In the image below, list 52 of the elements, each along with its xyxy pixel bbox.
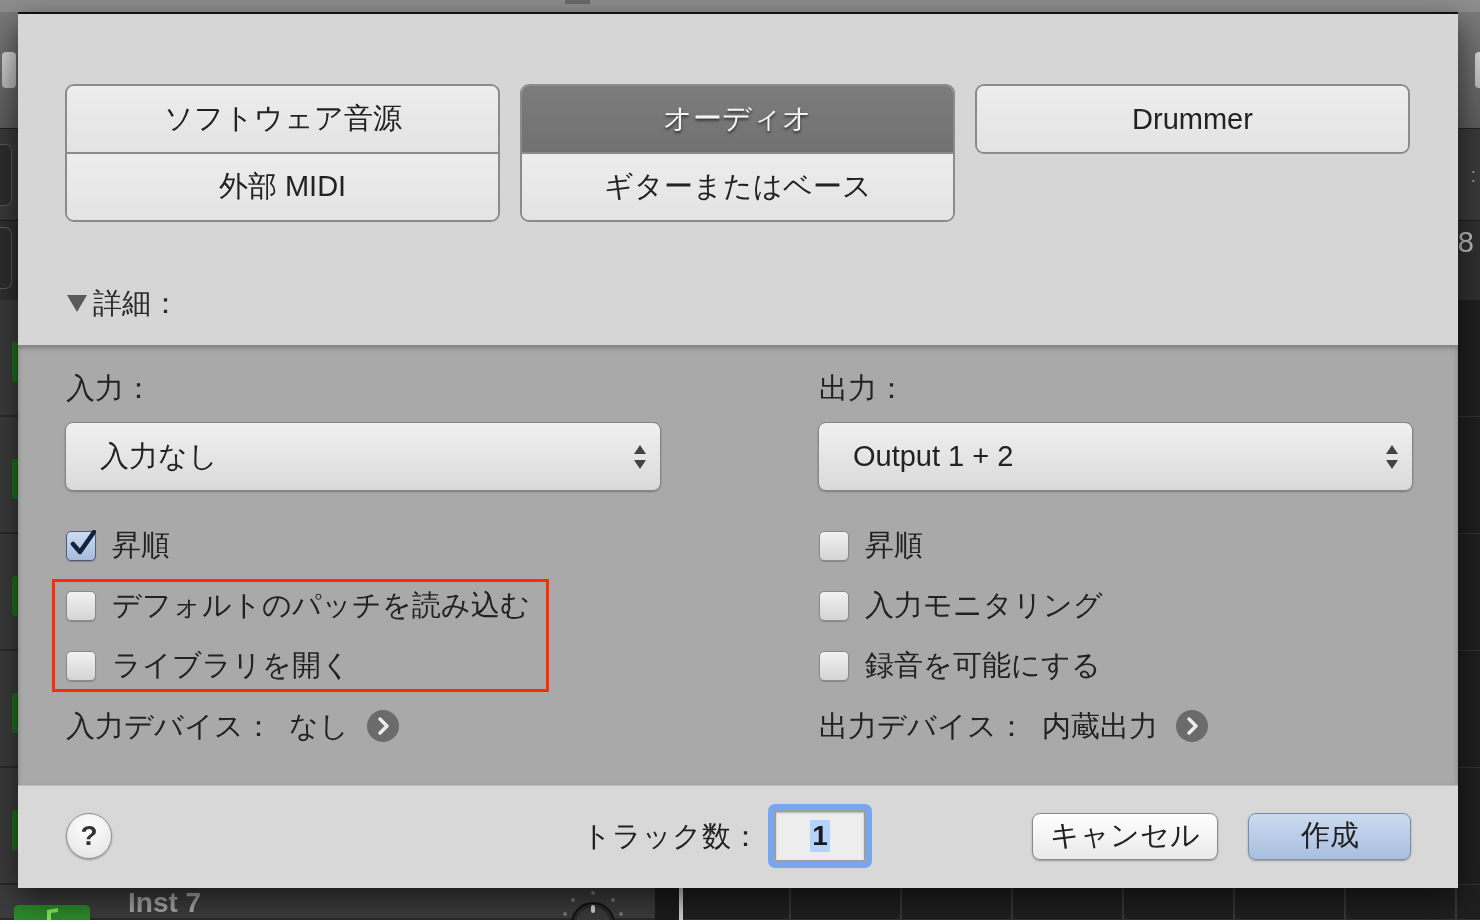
cancel-button[interactable]: キャンセル — [1032, 812, 1218, 860]
lcd-text: : — [1470, 163, 1476, 186]
track-type-button[interactable]: 外部 MIDI — [67, 152, 498, 220]
toolbar-button[interactable] — [2, 52, 16, 88]
chevron-circle-icon[interactable] — [367, 710, 399, 742]
track-type-button[interactable]: ソフトウェア音源 — [67, 86, 498, 152]
field-label: 入力： — [66, 373, 153, 403]
checkbox[interactable] — [66, 530, 96, 561]
checkmark-icon — [70, 529, 96, 556]
chevron-circle-icon[interactable] — [1176, 710, 1208, 742]
track-type-button[interactable]: オーディオ — [522, 86, 953, 152]
track-type-button[interactable]: Drummer — [977, 86, 1408, 152]
checkbox-label: 昇順 — [112, 530, 170, 561]
device-label: 出力デバイス： — [819, 710, 1026, 742]
device-value: なし — [289, 710, 349, 742]
checkbox-label: 昇順 — [865, 530, 923, 561]
track-icon — [14, 905, 90, 920]
track-type-button[interactable]: ギターまたはベース — [522, 152, 953, 220]
control-button[interactable] — [0, 227, 12, 289]
checkbox-label: 入力モニタリング — [865, 590, 1103, 621]
checkbox[interactable] — [66, 590, 96, 621]
toolbar-button[interactable] — [1475, 52, 1480, 88]
knob-icon[interactable] — [561, 890, 625, 920]
track-icon — [12, 693, 18, 733]
device-value: 内蔵出力 — [1042, 710, 1158, 742]
bar-number: 8 — [1457, 227, 1474, 257]
track-icon — [12, 810, 18, 850]
field-label: 出力： — [819, 373, 906, 403]
checkbox-label: ライブラリを開く — [112, 650, 351, 681]
create-button[interactable]: 作成 — [1248, 812, 1411, 860]
track-name: Inst 7 — [128, 887, 202, 919]
field-label: トラック数： — [582, 820, 760, 852]
checkbox[interactable] — [66, 650, 96, 681]
help-button[interactable]: ? — [66, 813, 112, 859]
track-icon — [12, 576, 18, 616]
checkbox[interactable] — [819, 590, 849, 621]
section-label: 詳細： — [93, 288, 180, 318]
track-icon — [12, 459, 18, 499]
number-field[interactable]: 1 — [768, 804, 872, 868]
checkbox[interactable] — [819, 650, 849, 681]
disclosure-triangle-icon[interactable] — [67, 294, 87, 312]
popup-button[interactable]: Output 1 + 2 — [818, 422, 1413, 491]
checkbox-label: 録音を可能にする — [865, 650, 1101, 681]
track-icon — [12, 342, 18, 382]
field-value: 1 — [810, 820, 830, 852]
updown-arrows-icon — [634, 444, 646, 469]
popup-button[interactable]: 入力なし — [65, 422, 661, 491]
device-label: 入力デバイス： — [66, 710, 273, 742]
control-button[interactable] — [0, 143, 12, 206]
checkbox-label: デフォルトのパッチを読み込む — [112, 590, 530, 621]
updown-arrows-icon — [1386, 444, 1398, 469]
checkbox[interactable] — [819, 530, 849, 561]
